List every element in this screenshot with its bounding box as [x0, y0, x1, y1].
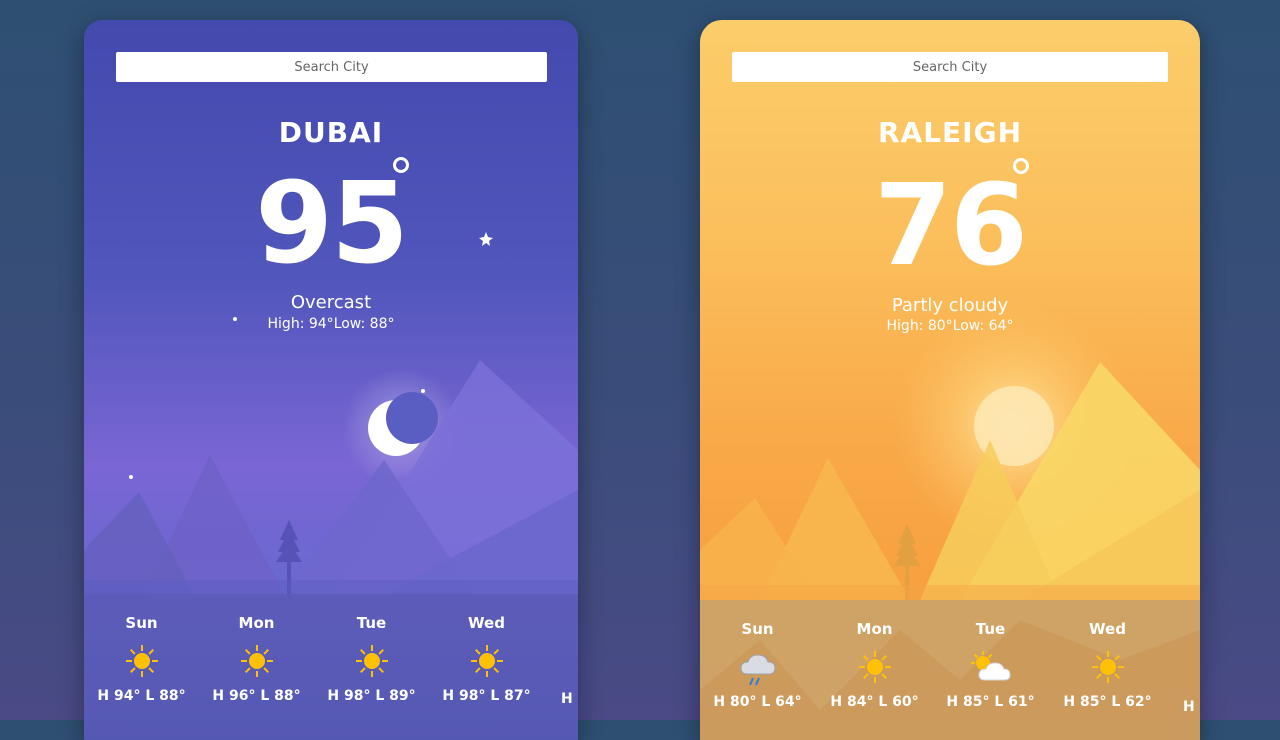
forecast-high-low: H 84° L 60° — [830, 694, 919, 710]
forecast-day: Sun H 80° L 64° — [700, 620, 815, 710]
sun-icon — [470, 645, 503, 677]
forecast-strip: Sun H 94° L 88° Mon H 96° L 88° Tue H 98… — [84, 594, 578, 740]
sun-icon — [240, 645, 273, 677]
forecast-high-low: H 94° L 88° — [97, 688, 186, 704]
forecast-day: Tue H 98° L 89° — [314, 614, 429, 704]
high-temp: High: 80° — [886, 318, 953, 334]
forecast-high-low: H 80° L 64° — [713, 694, 802, 710]
degree-symbol — [393, 157, 409, 173]
search-city-input[interactable] — [116, 52, 547, 82]
forecast-day: Tue H 85° L 61° — [933, 620, 1048, 710]
forecast-high-low: H 85° L 62° — [1063, 694, 1152, 710]
sun-icon — [1091, 651, 1124, 683]
forecast-high-low-clipped: H — [1183, 699, 1195, 715]
forecast-day-name: Wed — [1089, 620, 1126, 638]
temperature-value: 95 — [255, 159, 409, 289]
forecast-day-name: Tue — [356, 614, 387, 632]
rain-cloud-icon — [739, 654, 776, 686]
forecast-day: Sun H 94° L 88° — [84, 614, 199, 704]
city-name: RALEIGH — [877, 116, 1023, 149]
partly-cloudy-icon — [970, 651, 1011, 681]
forecast-high-low: H 85° L 61° — [946, 694, 1035, 710]
high-temp: High: 94° — [267, 316, 334, 332]
temperature-value: 76 — [874, 161, 1028, 291]
degree-symbol — [1013, 158, 1029, 174]
sun-icon — [125, 645, 158, 677]
sun-icon — [355, 645, 388, 677]
low-temp: Low: 64° — [952, 318, 1014, 334]
forecast-strip: Sun H 80° L 64° Mon H 84° L 60° Tue H 85… — [700, 600, 1200, 740]
forecast-day-name: Wed — [468, 614, 505, 632]
weather-condition: Overcast — [290, 292, 372, 313]
search-city-input[interactable] — [732, 52, 1168, 82]
forecast-high-low: H 96° L 88° — [212, 688, 301, 704]
star-icon — [129, 475, 133, 479]
high-low-summary: High: 94°Low: 88° — [84, 316, 578, 332]
weather-condition: Partly cloudy — [891, 295, 1009, 316]
forecast-day: Mon H 96° L 88° — [199, 614, 314, 704]
forecast-day-name: Tue — [975, 620, 1006, 638]
forecast-day-name: Mon — [238, 614, 275, 632]
forecast-day: Wed H 98° L 87° — [429, 614, 544, 704]
forecast-day-name: Mon — [856, 620, 893, 638]
low-temp: Low: 88° — [333, 316, 395, 332]
weather-card-dubai: DUBAI 95 Overcast High: 94°Low: 88° Sun … — [84, 20, 578, 740]
forecast-high-low: H 98° L 89° — [327, 688, 416, 704]
forecast-day-name: Sun — [125, 614, 158, 632]
forecast-day: Mon H 84° L 60° — [817, 620, 932, 710]
high-low-summary: High: 80°Low: 64° — [700, 318, 1200, 334]
forecast-day: Wed H 85° L 62° — [1050, 620, 1165, 710]
forecast-day-name: Sun — [741, 620, 774, 638]
forecast-high-low-clipped: H — [561, 691, 573, 707]
weather-card-raleigh: RALEIGH 76 Partly cloudy High: 80°Low: 6… — [700, 20, 1200, 740]
forecast-high-low: H 98° L 87° — [442, 688, 531, 704]
city-name: DUBAI — [278, 116, 384, 149]
sun-icon — [858, 651, 891, 683]
